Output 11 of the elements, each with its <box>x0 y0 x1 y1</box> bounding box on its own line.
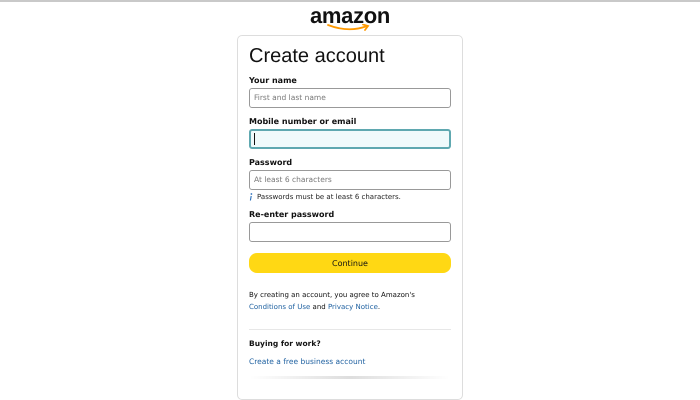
page-title: Create account <box>249 44 386 68</box>
field-label: Mobile number or email <box>249 116 358 126</box>
input-field[interactable] <box>249 222 451 242</box>
text-cursor <box>254 132 255 144</box>
input-field[interactable] <box>249 128 451 148</box>
field-label: Password <box>249 158 294 168</box>
amazon-logo-text: amazon <box>310 5 390 27</box>
field-label: Your name <box>249 76 298 86</box>
info-icon <box>249 192 253 200</box>
field-label: Re-enter password <box>249 210 336 220</box>
continue-button[interactable]: Continue <box>249 253 451 273</box>
